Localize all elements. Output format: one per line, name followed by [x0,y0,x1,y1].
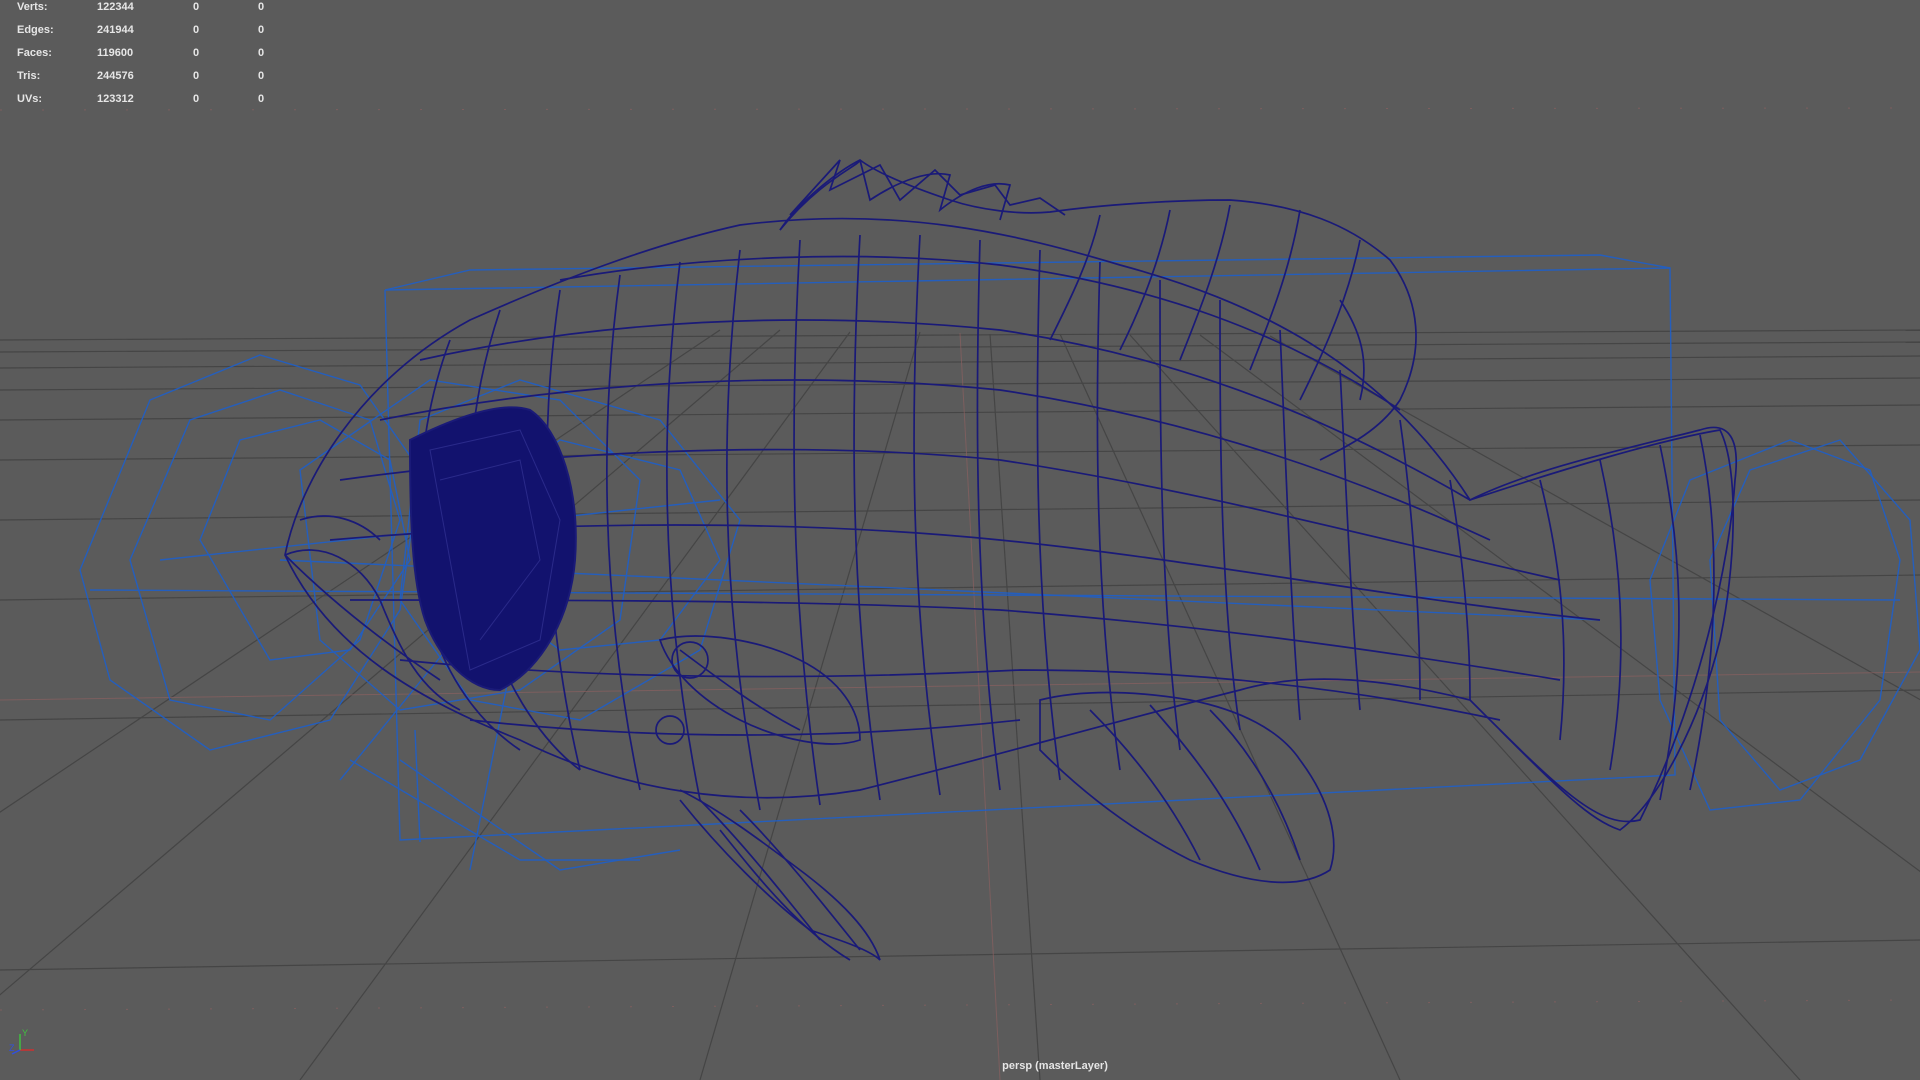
stat-value-third: 0 [258,47,265,59]
stat-value-selected: 0 [193,1,200,13]
stat-value-third: 0 [258,1,265,13]
stat-value-total: 122344 [97,1,134,13]
stat-value-selected: 0 [193,24,200,36]
stat-value-third: 0 [258,24,265,36]
stat-value-total: 123312 [97,93,134,105]
stat-value-total: 119600 [97,47,134,59]
stat-label: UVs: [17,93,43,105]
stat-value-selected: 0 [193,70,200,82]
stat-label: Tris: [17,70,41,82]
camera-name-label: persp (masterLayer) [1002,1060,1108,1072]
stat-label: Faces: [17,47,52,59]
xyz-axis-gizmo-icon: Y Z [9,1028,34,1055]
stat-value-selected: 0 [193,93,200,105]
stat-value-total: 244576 [97,70,134,82]
fish-eye-mesh [408,406,577,692]
stat-value-selected: 0 [193,47,200,59]
z-axis-label: Z [9,1043,15,1053]
grid-axis-lines [0,107,1920,1080]
ground-grid [0,329,1920,1080]
perspective-viewport[interactable]: Verts: 122344 0 0 Edges: 241944 0 0 Face… [0,0,1920,1080]
stat-value-total: 241944 [97,24,134,36]
scene-canvas[interactable] [0,0,1920,1080]
stat-value-third: 0 [258,70,265,82]
stat-label: Edges: [17,24,54,36]
stat-label: Verts: [17,1,48,13]
stat-value-third: 0 [258,93,265,105]
y-axis-label: Y [22,1028,28,1038]
